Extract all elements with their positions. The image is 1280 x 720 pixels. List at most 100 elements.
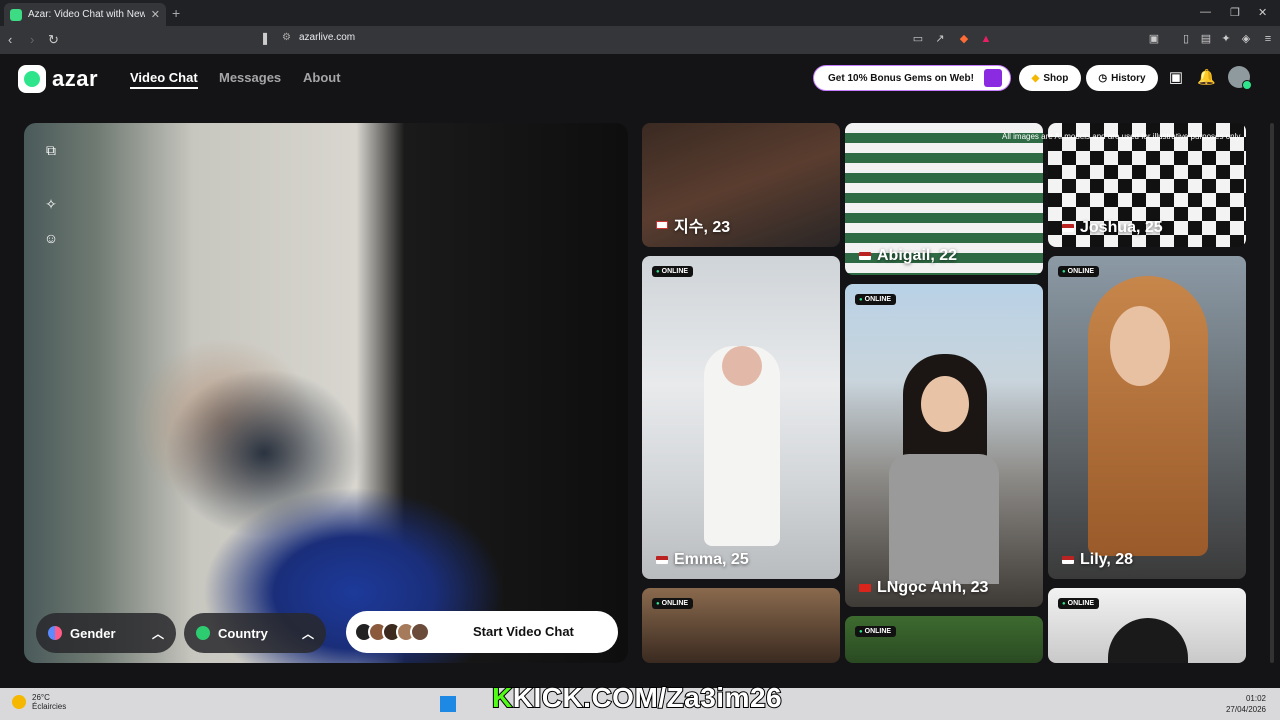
nav-video-chat[interactable]: Video Chat — [130, 70, 198, 89]
profile-face — [722, 346, 762, 386]
sidebar-icon[interactable]: ▯ — [1180, 33, 1192, 45]
azar-favicon — [10, 8, 22, 21]
profile-card[interactable]: ONLINE Lily, 28 — [1048, 256, 1246, 579]
wallet-icon[interactable]: ▤ — [1200, 33, 1212, 45]
nav-messages[interactable]: Messages — [219, 70, 281, 85]
weather-icon — [12, 695, 26, 709]
flag-us — [656, 556, 668, 564]
profile-name-text: Joshua, 25 — [1080, 219, 1163, 236]
avatar[interactable] — [1228, 66, 1252, 90]
brand-name: azar — [52, 66, 99, 91]
online-badge: ONLINE — [855, 294, 897, 305]
gender-icon — [48, 626, 62, 640]
new-tab-icon[interactable]: + — [172, 5, 180, 21]
self-video-preview: ⧉ ✧ ☺ Gender ︿ Country ︿ Start Video Cha… — [24, 123, 628, 663]
flag-us — [1062, 224, 1074, 232]
vpn-icon[interactable]: ◈ — [1240, 33, 1252, 45]
country-filter-button[interactable]: Country ︿ — [184, 613, 326, 653]
flag-kr — [656, 221, 668, 229]
shop-label: Shop — [1043, 72, 1069, 84]
avatar-stack — [354, 622, 430, 642]
bell-icon[interactable]: 🔔 — [1197, 69, 1216, 87]
start-video-chat-label: Start Video Chat — [473, 624, 574, 639]
brave-shield-icon[interactable]: ◆ — [958, 33, 970, 45]
menu-icon[interactable]: ≡ — [1262, 33, 1274, 45]
profile-face — [1110, 306, 1170, 386]
forward-icon[interactable]: › — [30, 32, 34, 47]
online-badge: ONLINE — [652, 598, 694, 609]
page-scrollbar[interactable] — [1270, 123, 1274, 663]
windows-start-icon[interactable] — [440, 696, 456, 712]
profile-name: Emma, 25 — [656, 551, 749, 569]
profile-name-text: Emma, 25 — [674, 551, 749, 568]
online-badge: ONLINE — [855, 626, 897, 637]
profile-name: Joshua, 25 — [1062, 219, 1163, 237]
reload-icon[interactable]: ↻ — [48, 32, 59, 48]
profile-card[interactable]: ONLINE — [845, 616, 1043, 663]
user-avatar — [410, 622, 430, 642]
gem-icon: ◆ — [1031, 72, 1040, 84]
chevron-up-icon: ︿ — [301, 627, 314, 641]
profile-card[interactable]: Joshua, 25 — [1048, 123, 1246, 247]
profile-photo — [1108, 618, 1188, 663]
clock-time: 01:02 — [1245, 694, 1266, 703]
online-badge: ONLINE — [1058, 266, 1100, 277]
cast-icon[interactable]: ▭ — [912, 33, 924, 45]
azar-logo-icon — [18, 65, 46, 93]
site-info-icon[interactable]: ⚙ — [282, 32, 291, 43]
profile-card[interactable]: Abigail, 22 — [845, 123, 1043, 275]
azar-site: azar Video Chat Messages About Get 10% B… — [0, 54, 1280, 720]
online-badge: ONLINE — [652, 266, 694, 277]
profile-name: LNgọc Anh, 23 — [859, 579, 988, 597]
nav-about[interactable]: About — [303, 70, 341, 85]
pip-icon[interactable]: ⧉ — [42, 141, 60, 159]
profile-card[interactable]: ONLINE LNgọc Anh, 23 — [845, 284, 1043, 607]
address-bar: ‹ › ↻ ❚ ⚙ azarlive.com ▭ ↗ ◆ ▲ ▣ ▯ ▤ ✦ ◈ … — [0, 26, 1280, 54]
tab-title: Azar: Video Chat with New Pe — [28, 9, 145, 20]
share-icon[interactable]: ↗ — [934, 33, 946, 45]
system-clock[interactable]: 01:02 27/04/2026 — [1226, 693, 1266, 715]
brave-rewards-icon[interactable]: ▲ — [980, 33, 992, 45]
globe-icon — [196, 626, 210, 640]
country-label: Country — [218, 625, 268, 641]
face-filter-icon[interactable]: ☺ — [42, 229, 60, 247]
profile-name: 지수, 23 — [656, 213, 730, 237]
profile-face — [921, 376, 969, 432]
gender-label: Gender — [70, 625, 116, 641]
minimize-icon[interactable]: — — [1200, 6, 1211, 18]
gift-icon — [984, 69, 1002, 87]
history-button[interactable]: ◷ History — [1086, 65, 1158, 91]
history-label: History — [1111, 72, 1146, 84]
profile-card[interactable]: 지수, 23 — [642, 123, 840, 247]
weather-widget[interactable]: 26°C Éclaircies — [12, 693, 66, 711]
bonus-gems-label: Get 10% Bonus Gems on Web! — [828, 72, 974, 84]
temperature: 26°C — [32, 693, 50, 702]
bookmark-icon[interactable]: ❚ — [260, 31, 270, 45]
profile-card[interactable]: ONLINE — [1048, 588, 1246, 663]
magic-wand-icon[interactable]: ✧ — [42, 195, 60, 213]
back-icon[interactable]: ‹ — [8, 32, 12, 47]
kick-logo: K — [491, 681, 513, 714]
clock-icon: ◷ — [1098, 72, 1108, 84]
close-tab-icon[interactable]: ✕ — [151, 8, 160, 21]
profile-card[interactable]: ONLINE — [642, 588, 840, 663]
browser-tab-azar[interactable]: Azar: Video Chat with New Pe ✕ — [4, 3, 166, 26]
tab-search-icon[interactable]: ▣ — [1148, 33, 1160, 45]
flag-vn — [859, 584, 871, 592]
shop-button[interactable]: ◆ Shop — [1019, 65, 1081, 91]
bonus-gems-button[interactable]: Get 10% Bonus Gems on Web! — [813, 65, 1011, 91]
leo-ai-icon[interactable]: ✦ — [1220, 33, 1232, 45]
close-window-icon[interactable]: ✕ — [1258, 6, 1267, 19]
gender-filter-button[interactable]: Gender ︿ — [36, 613, 176, 653]
profile-card[interactable]: ONLINE Emma, 25 — [642, 256, 840, 579]
profile-name-text: Abigail, 22 — [877, 247, 958, 264]
profile-name-text: 지수, 23 — [674, 219, 731, 236]
url-text: azarlive.com — [298, 32, 356, 43]
restore-icon[interactable]: ❐ — [1230, 6, 1240, 19]
browser-tab-bar: Azar: Video Chat with New Pe ✕ + — ❐ ✕ — [0, 0, 1280, 26]
store-icon[interactable]: ▣ — [1167, 69, 1185, 87]
url-field[interactable]: ⚙ azarlive.com — [282, 32, 355, 43]
start-video-chat-button[interactable]: Start Video Chat — [346, 611, 618, 653]
azar-logo[interactable]: azar — [18, 65, 98, 93]
chevron-up-icon: ︿ — [151, 627, 164, 641]
